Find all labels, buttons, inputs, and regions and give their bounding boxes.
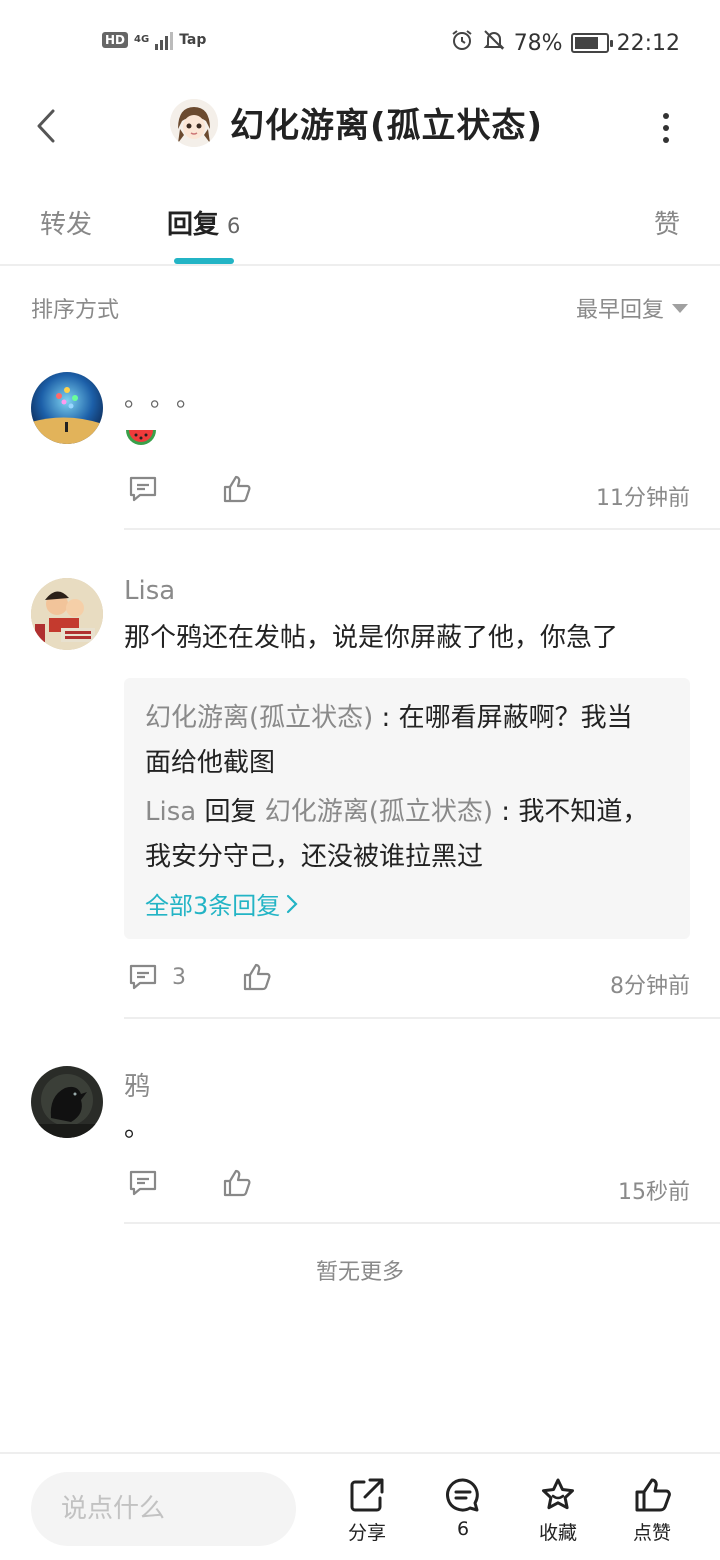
reply-user[interactable]: Lisa bbox=[145, 797, 196, 827]
tab-indicator bbox=[174, 258, 234, 264]
more-options-button[interactable] bbox=[652, 110, 680, 146]
tab-like[interactable]: 赞 bbox=[654, 204, 680, 241]
reply-button[interactable]: 3 bbox=[128, 962, 186, 992]
hd-badge: HD bbox=[102, 32, 129, 48]
tab-forward[interactable]: 转发 bbox=[40, 204, 92, 241]
battery-icon bbox=[570, 33, 613, 53]
comment-text: 那个鸦还在发帖，说是你屏蔽了他，你急了 bbox=[124, 623, 619, 653]
more-vertical-icon bbox=[663, 113, 669, 119]
comment-icon bbox=[129, 476, 157, 502]
star-icon bbox=[542, 1478, 574, 1510]
tab-reply-count: 6 bbox=[227, 214, 241, 238]
comment-author[interactable]: 鸦 bbox=[124, 1066, 690, 1102]
battery-percent: 78% bbox=[513, 30, 563, 56]
reply-target-user[interactable]: 幻化游离(孤立状态) bbox=[265, 797, 493, 827]
share-button[interactable]: 分享 bbox=[332, 1476, 402, 1545]
thumbs-up-icon bbox=[223, 1169, 251, 1197]
reply-preview-2: Lisa 回复 幻化游离(孤立状态) : 我不知道， 我安分守己，还没被谁拉黑过 bbox=[145, 797, 649, 872]
sort-selected: 最早回复 bbox=[575, 298, 664, 323]
reply-button[interactable] bbox=[128, 474, 158, 504]
app-notification-label: Tap bbox=[179, 32, 207, 48]
like-button[interactable] bbox=[242, 962, 272, 992]
reply-text: 在哪看屏蔽啊？我当 bbox=[398, 703, 633, 733]
bottom-bar: 分享 6 收藏 点赞 bbox=[0, 1452, 720, 1560]
thumbs-up-icon bbox=[243, 963, 271, 991]
like-post-button[interactable]: 点赞 bbox=[617, 1476, 687, 1545]
comment-time: 8分钟前 bbox=[610, 974, 690, 999]
chat-bubble-icon bbox=[446, 1478, 479, 1512]
like-button[interactable] bbox=[222, 1168, 252, 1198]
network-type: 4G bbox=[134, 34, 150, 45]
comment-item: Lisa 那个鸦还在发帖，说是你屏蔽了他，你急了 幻化游离(孤立状态) : 在哪… bbox=[0, 576, 720, 1022]
comments-count: 6 bbox=[456, 1518, 470, 1540]
comment-icon bbox=[129, 964, 157, 990]
back-button[interactable] bbox=[26, 102, 66, 150]
chevron-right-icon bbox=[287, 894, 298, 913]
signal-icon bbox=[155, 30, 174, 50]
comment-time: 15秒前 bbox=[618, 1180, 690, 1205]
comment-item: 鸦 。 15秒前 bbox=[0, 1066, 720, 1226]
sort-dropdown[interactable]: 最早回复 bbox=[576, 292, 688, 324]
chevron-left-icon bbox=[37, 109, 55, 143]
reply-preview-1: 幻化游离(孤立状态) : 在哪看屏蔽啊？我当 面给他截图 bbox=[145, 703, 633, 778]
reply-text: 我不知道， bbox=[518, 797, 649, 827]
thumbs-up-icon bbox=[635, 1478, 671, 1512]
comment-icon bbox=[129, 1170, 157, 1196]
caret-down-icon bbox=[672, 303, 688, 313]
comment-item: 。。。 11分钟前 bbox=[0, 372, 720, 532]
comments-button[interactable]: 6 bbox=[428, 1476, 498, 1540]
author-avatar[interactable] bbox=[170, 98, 218, 147]
reply-count: 3 bbox=[172, 964, 186, 990]
like-label: 点赞 bbox=[632, 1522, 671, 1544]
sort-row: 排序方式 最早回复 bbox=[0, 268, 720, 344]
comment-text: 。。。 bbox=[124, 384, 214, 412]
divider bbox=[124, 1222, 720, 1224]
bell-muted-icon bbox=[482, 28, 506, 58]
all-replies-link[interactable]: 全部3条回复 bbox=[145, 886, 670, 921]
thumbs-up-icon bbox=[223, 475, 251, 503]
alarm-icon bbox=[450, 28, 474, 58]
comment-time: 11分钟前 bbox=[596, 486, 690, 511]
battery-level bbox=[574, 37, 598, 49]
share-icon bbox=[350, 1478, 384, 1512]
avatar[interactable] bbox=[31, 1066, 103, 1138]
reply-preview-box[interactable]: 幻化游离(孤立状态) : 在哪看屏蔽啊？我当 面给他截图 Lisa 回复 幻化游… bbox=[124, 678, 690, 939]
divider bbox=[124, 1017, 720, 1019]
header: 幻化游离(孤立状态) bbox=[0, 84, 720, 170]
divider bbox=[124, 528, 720, 530]
tab-reply-label: 回复 bbox=[167, 210, 220, 240]
tab-bar: 转发 回复 6 赞 bbox=[0, 170, 720, 266]
comment-author[interactable]: Lisa bbox=[124, 576, 690, 612]
sort-label: 排序方式 bbox=[31, 298, 120, 323]
watermelon-emoji bbox=[124, 426, 158, 446]
favorite-label: 收藏 bbox=[538, 1522, 577, 1544]
reply-text: 面给他截图 bbox=[145, 748, 276, 778]
comment-input[interactable] bbox=[31, 1472, 296, 1546]
favorite-button[interactable]: 收藏 bbox=[523, 1476, 593, 1545]
reply-user[interactable]: 幻化游离(孤立状态) bbox=[145, 703, 373, 733]
reply-text: 我安分守己，还没被谁拉黑过 bbox=[145, 842, 484, 872]
status-bar: HD 4G Tap 78% 22:12 bbox=[0, 0, 720, 84]
comment-text: 。 bbox=[124, 1113, 151, 1143]
clock: 22:12 bbox=[616, 30, 680, 56]
like-button[interactable] bbox=[222, 474, 252, 504]
share-label: 分享 bbox=[347, 1522, 386, 1544]
avatar[interactable] bbox=[31, 372, 103, 444]
page-title: 幻化游离(孤立状态) bbox=[230, 106, 544, 146]
avatar[interactable] bbox=[31, 578, 103, 650]
no-more-label: 暂无更多 bbox=[315, 1260, 404, 1285]
reply-button[interactable] bbox=[128, 1168, 158, 1198]
tab-reply[interactable]: 回复 6 bbox=[167, 204, 240, 241]
